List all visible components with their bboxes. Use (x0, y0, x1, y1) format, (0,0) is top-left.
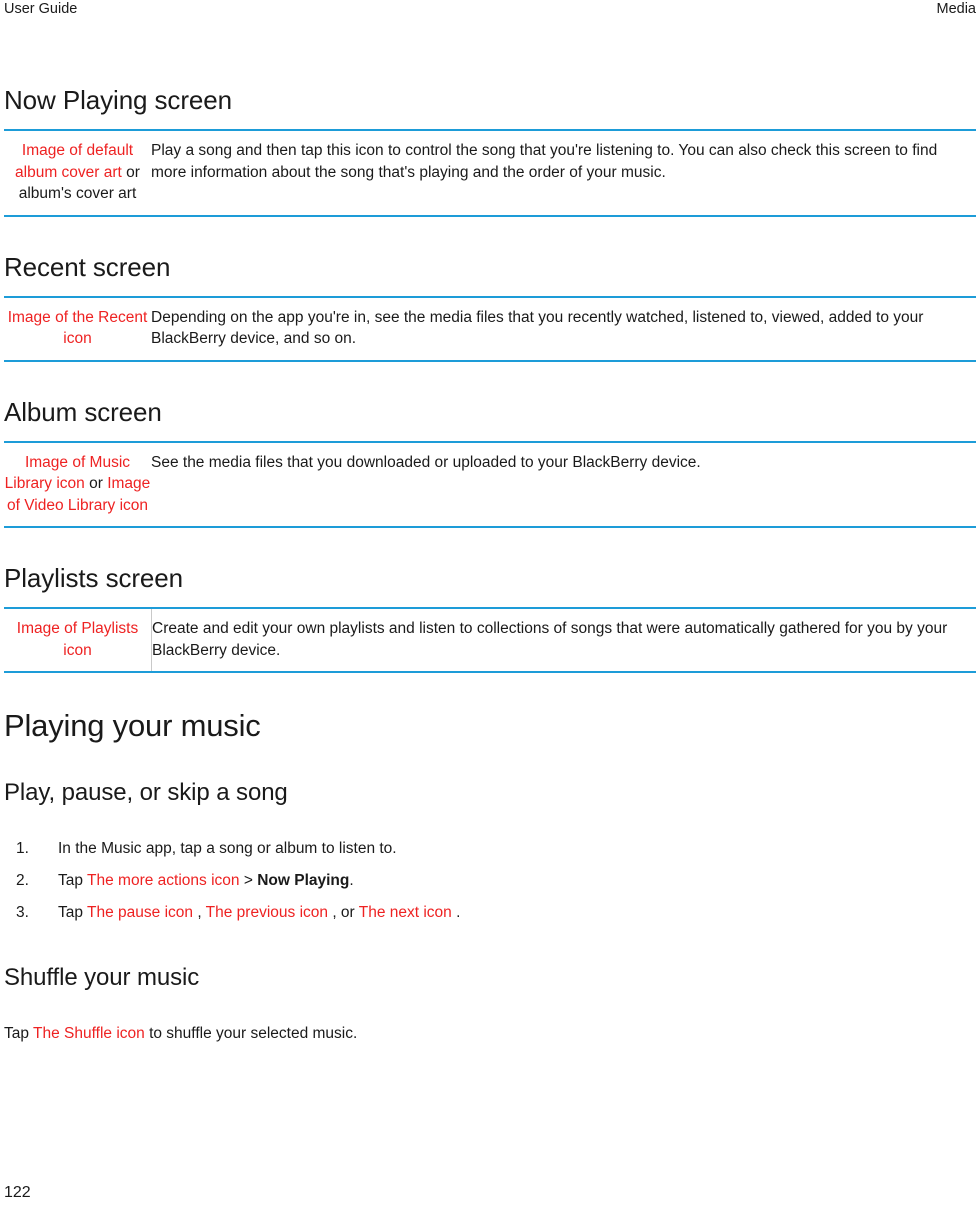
table-now-playing: Image of default album cover art or albu… (4, 129, 976, 217)
heading-recent-screen: Recent screen (4, 251, 171, 282)
image-ref-playlists-icon: Image of Playlists icon (16, 620, 139, 659)
step-text: . (451, 904, 461, 921)
image-ref-the-more-actions-icon: The more actions icon (87, 872, 240, 889)
step-text: > (239, 872, 258, 889)
running-header: User Guide Media (4, 0, 976, 22)
heading-album-screen: Album screen (4, 396, 162, 427)
page-content: Now Playing screen Image of default albu… (4, 84, 976, 1045)
step-text: . (349, 872, 354, 889)
table-album: Image of Music Library icon or Image of … (4, 441, 976, 529)
table-cell-icon-refs: Image of the Recent icon (4, 297, 151, 361)
paragraph-shuffle-instruction: Tap The Shuffle icon to shuffle your sel… (4, 1023, 976, 1045)
table-cell-icon-refs: Image of default album cover art or albu… (4, 130, 151, 216)
shuffle-suffix-text: to shuffle your selected music. (144, 1025, 358, 1042)
heading-now-playing-screen: Now Playing screen (4, 85, 232, 115)
step-item: Tap The more actions icon > Now Playing. (4, 870, 976, 892)
menu-item-label: Now Playing (257, 872, 350, 889)
image-ref-default-album-cover-art-icon: Image of default album cover art (15, 142, 134, 181)
steps-list: In the Music app, tap a song or album to… (4, 838, 976, 924)
table-cell-description: Play a song and then tap this icon to co… (151, 142, 938, 181)
step-text: In the Music app, tap a song or album to… (58, 840, 397, 857)
image-ref-albums-cover-art: album's cover art (18, 185, 137, 202)
image-ref-the-pause-icon: The pause icon (87, 904, 194, 921)
table-cell-icon-refs: Image of Playlists icon (4, 608, 152, 672)
image-ref-the-previous-icon: The previous icon (205, 904, 329, 921)
image-ref-the-next-icon: The next icon (358, 904, 452, 921)
table-row: Image of Playlists icon Create and edit … (4, 608, 976, 672)
shuffle-prefix-text: Tap (4, 1025, 34, 1042)
table-recent: Image of the Recent icon Depending on th… (4, 296, 976, 362)
step-item: Tap The pause icon , The previous icon ,… (4, 902, 976, 924)
step-text: , (193, 904, 206, 921)
table-cell-description: See the media files that you downloaded … (151, 453, 701, 471)
table-row: Image of default album cover art or albu… (4, 130, 976, 216)
heading-playlists-screen: Playlists screen (4, 563, 184, 593)
heading-playing-your-music: Playing your music (4, 708, 261, 743)
step-text: , or (328, 904, 359, 921)
heading-play-pause-skip-a-song: Play, pause, or skip a song (4, 779, 288, 806)
step-text: Tap (58, 872, 88, 889)
table-cell-description: Depending on the app you're in, see the … (151, 308, 924, 348)
connector-or: or (126, 163, 140, 181)
table-row: Image of the Recent icon Depending on th… (4, 296, 976, 361)
image-ref-recent-icon: Image of the Recent icon (7, 308, 148, 348)
step-item: In the Music app, tap a song or album to… (4, 838, 976, 860)
page-number: 122 (4, 1184, 31, 1201)
image-ref-shuffle-icon: The Shuffle icon (33, 1025, 145, 1042)
running-header-right: Media (936, 1, 977, 17)
heading-shuffle-your-music: Shuffle your music (4, 964, 200, 991)
table-cell-icon-refs: Image of Music Library icon or Image of … (4, 442, 151, 528)
connector-or: or (89, 475, 103, 492)
running-header-left: User Guide (4, 1, 78, 17)
step-text: Tap (58, 904, 88, 921)
table-cell-description: Create and edit your own playlists and l… (151, 608, 976, 672)
table-row: Image of Music Library icon or Image of … (4, 441, 976, 528)
table-playlists: Image of Playlists icon Create and edit … (4, 607, 976, 673)
document-page: User Guide Media Now Playing screen Imag… (0, 0, 980, 1213)
